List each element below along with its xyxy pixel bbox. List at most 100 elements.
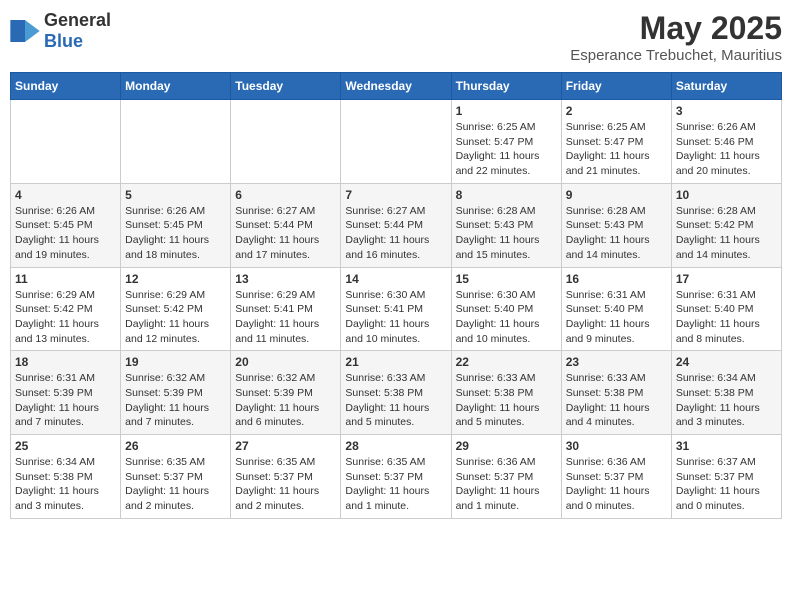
calendar-day-cell: 29 Sunrise: 6:36 AMSunset: 5:37 PMDayligh… — [451, 435, 561, 519]
calendar-day-cell: 24 Sunrise: 6:34 AMSunset: 5:38 PMDayligh… — [671, 351, 781, 435]
day-number: 23 — [566, 355, 667, 369]
day-info: Sunrise: 6:26 AMSunset: 5:45 PMDaylight:… — [15, 204, 116, 263]
calendar-day-cell: 17 Sunrise: 6:31 AMSunset: 5:40 PMDayligh… — [671, 267, 781, 351]
day-number: 29 — [456, 439, 557, 453]
calendar-day-cell: 13Sunrise: 6:29 AMSunset: 5:41 PMDayligh… — [231, 267, 341, 351]
day-info: Sunrise: 6:36 AMSunset: 5:37 PMDaylight:… — [456, 455, 557, 514]
day-number: 2 — [566, 104, 667, 118]
calendar-week-row: 25 Sunrise: 6:34 AMSunset: 5:38 PMDayligh… — [11, 435, 782, 519]
calendar-day-cell: 15Sunrise: 6:30 AMSunset: 5:40 PMDayligh… — [451, 267, 561, 351]
calendar-day-cell: 19Sunrise: 6:32 AMSunset: 5:39 PMDayligh… — [121, 351, 231, 435]
day-number: 17 — [676, 272, 777, 286]
day-number: 5 — [125, 188, 226, 202]
logo-blue: Blue — [44, 31, 83, 51]
day-number: 14 — [345, 272, 446, 286]
day-of-week-header: Sunday — [11, 73, 121, 100]
calendar-day-cell: 3 Sunrise: 6:26 AMSunset: 5:46 PMDaylight… — [671, 100, 781, 184]
day-of-week-header: Friday — [561, 73, 671, 100]
calendar-day-cell: 30 Sunrise: 6:36 AMSunset: 5:37 PMDayligh… — [561, 435, 671, 519]
calendar-week-row: 11 Sunrise: 6:29 AMSunset: 5:42 PMDayligh… — [11, 267, 782, 351]
day-number: 3 — [676, 104, 777, 118]
calendar-day-cell: 5 Sunrise: 6:26 AMSunset: 5:45 PMDaylight… — [121, 183, 231, 267]
day-info: Sunrise: 6:25 AMSunset: 5:47 PMDaylight:… — [456, 120, 557, 179]
calendar-day-cell: 2 Sunrise: 6:25 AMSunset: 5:47 PMDaylight… — [561, 100, 671, 184]
day-of-week-header: Wednesday — [341, 73, 451, 100]
day-info: Sunrise: 6:29 AMSunset: 5:42 PMDaylight:… — [125, 288, 226, 347]
calendar-day-cell: 6 Sunrise: 6:27 AMSunset: 5:44 PMDaylight… — [231, 183, 341, 267]
day-info: Sunrise: 6:36 AMSunset: 5:37 PMDaylight:… — [566, 455, 667, 514]
calendar-day-cell: 25 Sunrise: 6:34 AMSunset: 5:38 PMDayligh… — [11, 435, 121, 519]
day-number: 30 — [566, 439, 667, 453]
title-area: May 2025 Esperance Trebuchet, Mauritius — [570, 10, 782, 64]
calendar-day-cell — [11, 100, 121, 184]
calendar-header-row: SundayMondayTuesdayWednesdayThursdayFrid… — [11, 73, 782, 100]
day-number: 6 — [235, 188, 336, 202]
calendar-week-row: 4Sunrise: 6:26 AMSunset: 5:45 PMDaylight… — [11, 183, 782, 267]
calendar-day-cell: 14 Sunrise: 6:30 AMSunset: 5:41 PMDayligh… — [341, 267, 451, 351]
page-subtitle: Esperance Trebuchet, Mauritius — [570, 47, 782, 64]
header: General Blue May 2025 Esperance Trebuche… — [10, 10, 782, 64]
calendar-day-cell: 7Sunrise: 6:27 AMSunset: 5:44 PMDaylight… — [341, 183, 451, 267]
day-info: Sunrise: 6:34 AMSunset: 5:38 PMDaylight:… — [676, 371, 777, 430]
day-number: 24 — [676, 355, 777, 369]
day-number: 16 — [566, 272, 667, 286]
day-info: Sunrise: 6:27 AMSunset: 5:44 PMDaylight:… — [345, 204, 446, 263]
day-info: Sunrise: 6:33 AMSunset: 5:38 PMDaylight:… — [345, 371, 446, 430]
calendar-day-cell: 9 Sunrise: 6:28 AMSunset: 5:43 PMDaylight… — [561, 183, 671, 267]
day-info: Sunrise: 6:37 AMSunset: 5:37 PMDaylight:… — [676, 455, 777, 514]
day-info: Sunrise: 6:28 AMSunset: 5:42 PMDaylight:… — [676, 204, 777, 263]
day-of-week-header: Thursday — [451, 73, 561, 100]
day-info: Sunrise: 6:31 AMSunset: 5:40 PMDaylight:… — [566, 288, 667, 347]
day-info: Sunrise: 6:34 AMSunset: 5:38 PMDaylight:… — [15, 455, 116, 514]
calendar-day-cell: 12Sunrise: 6:29 AMSunset: 5:42 PMDayligh… — [121, 267, 231, 351]
calendar-week-row: 1 Sunrise: 6:25 AMSunset: 5:47 PMDaylight… — [11, 100, 782, 184]
page-title: May 2025 — [570, 10, 782, 47]
calendar-day-cell: 16 Sunrise: 6:31 AMSunset: 5:40 PMDayligh… — [561, 267, 671, 351]
day-info: Sunrise: 6:30 AMSunset: 5:41 PMDaylight:… — [345, 288, 446, 347]
day-number: 11 — [15, 272, 116, 286]
day-info: Sunrise: 6:26 AMSunset: 5:45 PMDaylight:… — [125, 204, 226, 263]
day-of-week-header: Tuesday — [231, 73, 341, 100]
calendar-day-cell: 28Sunrise: 6:35 AMSunset: 5:37 PMDayligh… — [341, 435, 451, 519]
logo-icon — [10, 20, 40, 42]
day-number: 9 — [566, 188, 667, 202]
calendar-day-cell: 22Sunrise: 6:33 AMSunset: 5:38 PMDayligh… — [451, 351, 561, 435]
day-info: Sunrise: 6:25 AMSunset: 5:47 PMDaylight:… — [566, 120, 667, 179]
day-info: Sunrise: 6:26 AMSunset: 5:46 PMDaylight:… — [676, 120, 777, 179]
day-number: 10 — [676, 188, 777, 202]
day-info: Sunrise: 6:35 AMSunset: 5:37 PMDaylight:… — [235, 455, 336, 514]
calendar-day-cell: 8 Sunrise: 6:28 AMSunset: 5:43 PMDaylight… — [451, 183, 561, 267]
day-of-week-header: Monday — [121, 73, 231, 100]
calendar-day-cell: 18Sunrise: 6:31 AMSunset: 5:39 PMDayligh… — [11, 351, 121, 435]
calendar-day-cell: 31 Sunrise: 6:37 AMSunset: 5:37 PMDayligh… — [671, 435, 781, 519]
calendar-day-cell: 11 Sunrise: 6:29 AMSunset: 5:42 PMDayligh… — [11, 267, 121, 351]
day-number: 22 — [456, 355, 557, 369]
day-number: 31 — [676, 439, 777, 453]
day-info: Sunrise: 6:28 AMSunset: 5:43 PMDaylight:… — [566, 204, 667, 263]
day-info: Sunrise: 6:30 AMSunset: 5:40 PMDaylight:… — [456, 288, 557, 347]
calendar-day-cell — [341, 100, 451, 184]
day-info: Sunrise: 6:32 AMSunset: 5:39 PMDaylight:… — [235, 371, 336, 430]
calendar-day-cell: 21 Sunrise: 6:33 AMSunset: 5:38 PMDayligh… — [341, 351, 451, 435]
day-of-week-header: Saturday — [671, 73, 781, 100]
calendar-table: SundayMondayTuesdayWednesdayThursdayFrid… — [10, 72, 782, 519]
calendar-day-cell — [121, 100, 231, 184]
day-info: Sunrise: 6:31 AMSunset: 5:40 PMDaylight:… — [676, 288, 777, 347]
day-info: Sunrise: 6:35 AMSunset: 5:37 PMDaylight:… — [345, 455, 446, 514]
calendar-day-cell: 10 Sunrise: 6:28 AMSunset: 5:42 PMDayligh… — [671, 183, 781, 267]
day-number: 27 — [235, 439, 336, 453]
calendar-day-cell: 4Sunrise: 6:26 AMSunset: 5:45 PMDaylight… — [11, 183, 121, 267]
day-info: Sunrise: 6:28 AMSunset: 5:43 PMDaylight:… — [456, 204, 557, 263]
day-number: 25 — [15, 439, 116, 453]
calendar-day-cell — [231, 100, 341, 184]
day-info: Sunrise: 6:27 AMSunset: 5:44 PMDaylight:… — [235, 204, 336, 263]
day-number: 8 — [456, 188, 557, 202]
calendar-day-cell: 26Sunrise: 6:35 AMSunset: 5:37 PMDayligh… — [121, 435, 231, 519]
day-number: 20 — [235, 355, 336, 369]
day-number: 1 — [456, 104, 557, 118]
day-number: 26 — [125, 439, 226, 453]
day-number: 18 — [15, 355, 116, 369]
day-number: 21 — [345, 355, 446, 369]
calendar-day-cell: 1 Sunrise: 6:25 AMSunset: 5:47 PMDaylight… — [451, 100, 561, 184]
day-info: Sunrise: 6:29 AMSunset: 5:42 PMDaylight:… — [15, 288, 116, 347]
